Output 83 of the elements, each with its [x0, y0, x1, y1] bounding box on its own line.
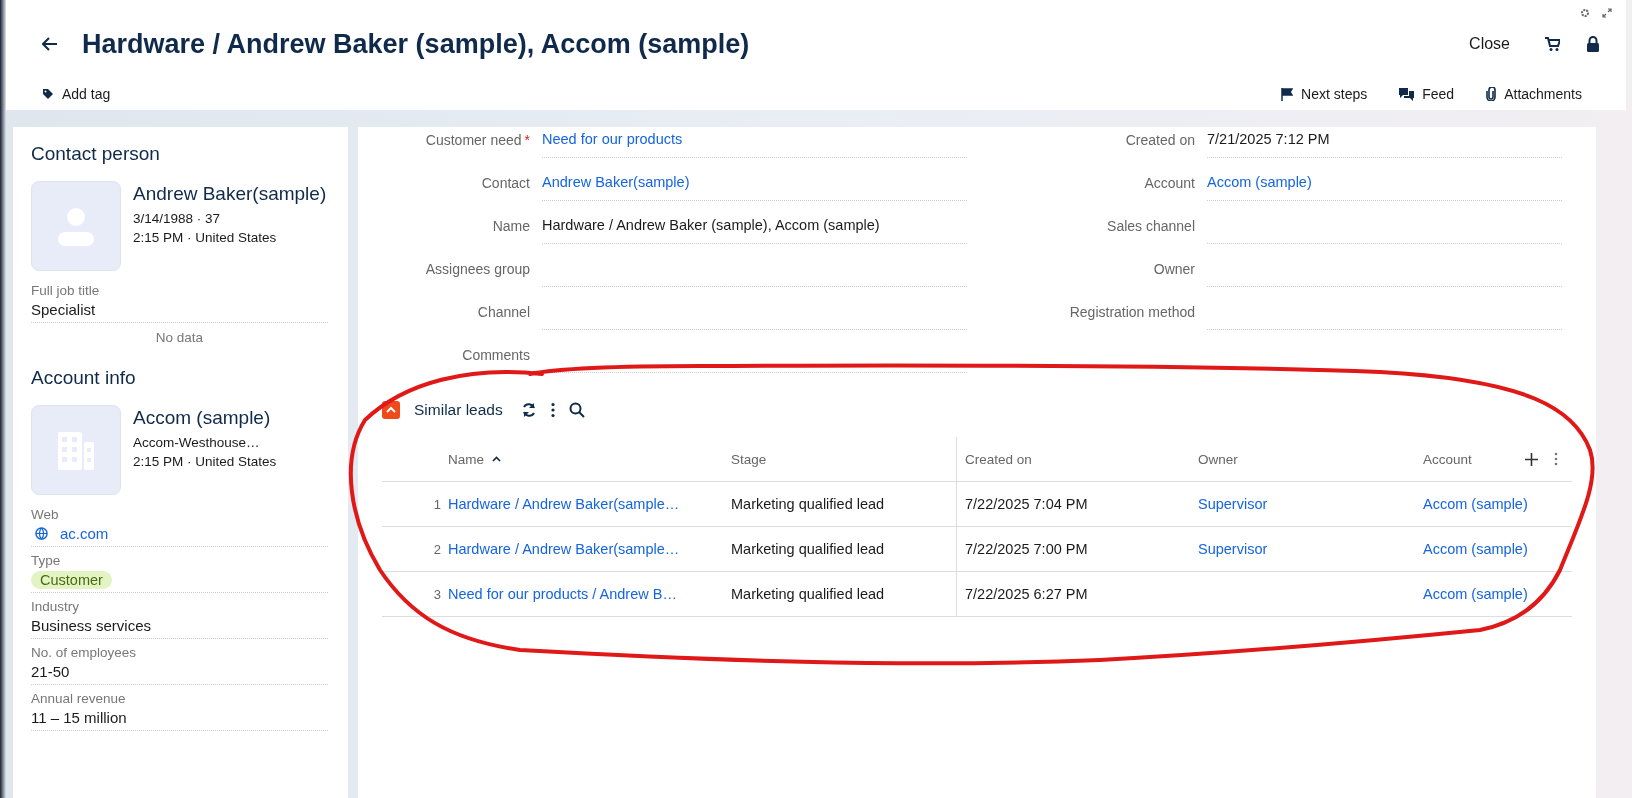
empty-note: No data: [154, 329, 205, 347]
form-field[interactable]: Hardware / Andrew Baker (sample), Accom (sample): [542, 201, 967, 244]
owner-link[interactable]: Supervisor: [1198, 496, 1268, 512]
form-label: Name: [492, 218, 530, 234]
globe-icon: [35, 527, 48, 540]
account-link[interactable]: Accom (sample): [1423, 586, 1528, 602]
tag-icon: [42, 88, 54, 100]
field-label: Annual revenue: [31, 691, 127, 706]
field-value: 21-50: [31, 663, 71, 680]
expand-icon[interactable]: [1602, 8, 1612, 18]
card-detail: 3/14/1988 · 37: [133, 211, 222, 226]
flag-icon: [1281, 87, 1294, 101]
chevron-icon: [386, 406, 396, 414]
field-label: Web: [31, 507, 60, 522]
table-cell: Marketing qualified lead: [731, 586, 885, 602]
field-label: No. of employees: [31, 645, 138, 660]
card-name[interactable]: Accom (sample): [133, 407, 277, 429]
column-header[interactable]: Owner: [1198, 451, 1238, 467]
header-action-button[interactable]: Feed: [1395, 84, 1459, 104]
form-label: Channel: [477, 304, 530, 320]
account-link[interactable]: Accom (sample): [1423, 496, 1528, 512]
form-label: Created on: [1125, 132, 1195, 148]
card-name[interactable]: Andrew Baker(sample): [133, 183, 327, 205]
row-number: 1: [433, 497, 441, 512]
lead-name-link[interactable]: Need for our products / Andrew B…: [448, 586, 677, 602]
column-header[interactable]: Name: [448, 451, 501, 467]
header-action-button[interactable]: Attachments: [1482, 84, 1586, 104]
owner-link[interactable]: Supervisor: [1198, 541, 1268, 557]
lock-icon[interactable]: [1586, 36, 1600, 52]
search-icon[interactable]: [568, 402, 585, 418]
sort-icon: [492, 456, 501, 462]
table-cell: 7/22/2025 6:27 PM: [965, 586, 1088, 602]
form-label: Registration method: [1069, 304, 1195, 320]
form-field[interactable]: Accom (sample): [1207, 158, 1562, 201]
add-icon[interactable]: [1525, 452, 1538, 466]
more-icon[interactable]: [550, 402, 555, 418]
chat-icon: [1399, 87, 1415, 101]
form-label: Customer need: [425, 132, 522, 148]
field-value: Specialist: [31, 301, 97, 318]
close-button[interactable]: Close: [1461, 31, 1518, 57]
refresh-icon[interactable]: [520, 402, 537, 418]
field-label: Full job title: [31, 283, 101, 298]
card-detail: 2:15 PM · United States: [133, 454, 277, 469]
account-link[interactable]: Accom (sample): [1423, 541, 1528, 557]
table-cell: 7/22/2025 7:04 PM: [965, 496, 1088, 512]
form-field[interactable]: Andrew Baker(sample): [542, 158, 967, 201]
back-icon[interactable]: [42, 37, 58, 51]
web-link[interactable]: ac.com: [60, 525, 109, 542]
column-header[interactable]: Created on: [965, 451, 1032, 467]
section-title: Similar leads: [414, 401, 503, 419]
card-detail: 2:15 PM · United States: [133, 230, 278, 245]
required-mark: *: [524, 132, 530, 148]
form-label: Owner: [1153, 261, 1195, 277]
section-title: Contact person: [31, 143, 161, 165]
add-tag-button[interactable]: Add tag: [38, 84, 115, 104]
header-action-button[interactable]: Next steps: [1277, 84, 1372, 104]
form-label: Contact: [481, 175, 530, 191]
form-label: Comments: [462, 347, 530, 363]
row-number: 2: [433, 542, 441, 557]
field-label: Industry: [31, 599, 81, 614]
field-value: Business services: [31, 617, 153, 634]
section-title: Account info: [31, 367, 137, 389]
form-label: Sales channel: [1107, 218, 1195, 234]
column-header[interactable]: Stage: [731, 451, 767, 467]
lead-name-link[interactable]: Hardware / Andrew Baker(sample…: [448, 496, 680, 512]
settings-icon[interactable]: [1580, 8, 1590, 18]
cart-icon[interactable]: [1544, 36, 1560, 52]
type-tag: Customer: [31, 571, 112, 589]
table-cell: Marketing qualified lead: [731, 496, 885, 512]
table-cell: Marketing qualified lead: [731, 541, 885, 557]
row-number: 3: [433, 587, 441, 602]
form-label: Account: [1144, 175, 1195, 191]
field-label: Type: [31, 553, 62, 568]
card-detail: Accom-Westhouse…: [133, 435, 261, 450]
table-cell: 7/22/2025 7:00 PM: [965, 541, 1088, 557]
form-field[interactable]: 7/21/2025 7:12 PM: [1207, 127, 1562, 158]
lead-name-link[interactable]: Hardware / Andrew Baker(sample…: [448, 541, 680, 557]
paperclip-icon: [1486, 87, 1497, 101]
form-field[interactable]: Need for our products: [542, 127, 967, 158]
form-label: Assignees group: [425, 261, 530, 277]
field-value: 11 – 15 million: [31, 709, 128, 726]
page-title: Hardware / Andrew Baker (sample), Accom (sample): [82, 28, 750, 60]
column-header[interactable]: Account: [1423, 451, 1472, 467]
